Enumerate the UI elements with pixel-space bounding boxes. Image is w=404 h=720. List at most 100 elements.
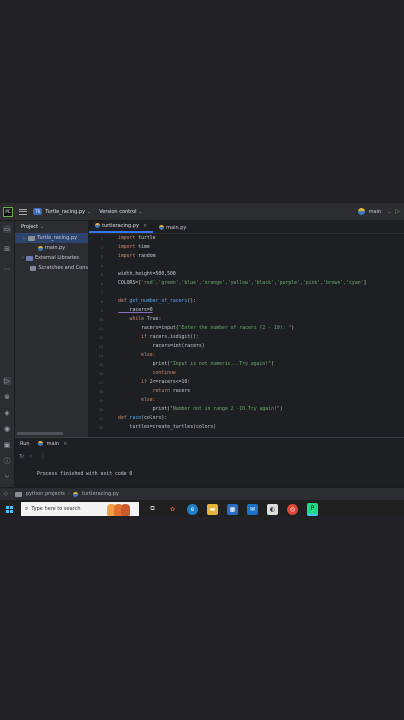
mail-icon[interactable]: ✉ (247, 503, 258, 515)
ide-window: PC TR Turtle_racing.py ⌄ Version control… (0, 203, 404, 517)
line-number: 5 (100, 273, 103, 277)
keyword: import (118, 245, 136, 250)
branch-selector[interactable]: main (369, 209, 382, 215)
project-breadcrumb-icon[interactable]: ◇ (4, 491, 8, 497)
code-text: time (135, 245, 150, 250)
chevron-right-icon[interactable]: › (22, 255, 24, 261)
keyword: def (118, 416, 127, 421)
function-name: race (126, 416, 142, 421)
code-line: print("Input is not numeric...Try again!… (118, 362, 274, 367)
chevron-down-icon[interactable]: ⌄ (87, 209, 91, 215)
edge-icon[interactable]: e (187, 503, 198, 515)
code-text: print( (118, 407, 170, 412)
code-text: racers.isdigit(): (146, 335, 199, 340)
code-editor[interactable]: turtleracing.py × main.py 1 2 3 4 5 6 7 … (89, 221, 404, 437)
tree-item-label: External Libraries (35, 255, 79, 261)
tree-item-main-py[interactable]: main.py (15, 243, 88, 253)
code-area[interactable]: import turtle import time import random … (118, 234, 404, 437)
code-line: def get_number_of_racers(): (118, 299, 196, 304)
main-menu-icon[interactable] (19, 208, 27, 216)
chevron-down-icon[interactable]: ⌄ (387, 209, 391, 215)
tab-label: main.py (166, 224, 187, 231)
chevron-down-icon[interactable]: ⌄ (139, 209, 143, 215)
keyword: import (118, 254, 136, 259)
rerun-icon[interactable]: ↻ (19, 453, 24, 460)
string-literal: 'red','green','blue','orange','yellow','… (141, 281, 364, 286)
code-line: import time (118, 245, 150, 250)
stop-icon[interactable]: ◦ (29, 453, 33, 460)
status-bar: ◇ › python projects › turtleracing.py (0, 487, 404, 500)
tree-item-scratches[interactable]: Scratches and Cons (15, 263, 88, 273)
run-tool-icon[interactable]: ▷ (3, 377, 11, 385)
windows-start-icon[interactable] (6, 505, 13, 513)
breadcrumb-project[interactable]: python projects (14, 491, 65, 497)
tree-item-external-libraries[interactable]: › External Libraries (15, 253, 88, 263)
chevron-down-icon[interactable]: ⌄ (40, 224, 44, 230)
chevron-down-icon[interactable]: ⌄ (22, 235, 26, 241)
project-badge[interactable]: TR (33, 208, 43, 215)
app-icon[interactable]: ◐ (267, 503, 278, 515)
project-panel: Project ⌄ ⌄ Turtle_racing.py main.py › E… (15, 221, 88, 437)
tab-label: turtleracing.py (102, 222, 139, 229)
tree-item-project-root[interactable]: ⌄ Turtle_racing.py (15, 233, 88, 243)
close-icon[interactable]: × (143, 223, 147, 229)
task-view-icon[interactable]: ⧉ (147, 504, 158, 515)
structure-tool-icon[interactable]: ⊞ (3, 245, 11, 253)
tree-item-label: Scratches and Cons (38, 265, 88, 271)
store-icon[interactable]: ▦ (227, 503, 238, 515)
git-icon[interactable]: ⑂ (3, 473, 11, 481)
chevron-right-icon: › (9, 491, 12, 497)
keyword: continue (118, 371, 176, 376)
chrome-icon[interactable]: ◎ (287, 503, 298, 515)
colorful-app-icon[interactable]: ✿ (167, 504, 178, 515)
line-number: 13 (98, 345, 103, 349)
pycharm-taskbar-icon[interactable]: P (307, 502, 318, 516)
layers-icon[interactable]: ◈ (3, 409, 11, 417)
terminal-icon[interactable]: ▣ (3, 441, 11, 449)
project-name[interactable]: Turtle_racing.py (45, 209, 85, 215)
line-number: 15 (98, 363, 103, 367)
run-config-tab[interactable]: main × (37, 441, 67, 447)
line-number: 20 (98, 408, 103, 412)
code-line: print("Number not in range 2 -10.Try aga… (118, 407, 283, 412)
title-bar: PC TR Turtle_racing.py ⌄ Version control… (0, 203, 404, 221)
breadcrumb-file[interactable]: turtleracing.py (72, 491, 119, 497)
line-number-gutter: 1 2 3 4 5 6 7 8 9 10 11 12 13 14 15 16 1… (89, 234, 115, 437)
search-icon: ⌕ (25, 505, 29, 512)
tab-turtleracing[interactable]: turtleracing.py × (89, 220, 154, 233)
line-number: 9 (100, 309, 103, 313)
version-control-menu[interactable]: Version control (99, 209, 136, 215)
chevron-right-icon: › (67, 491, 70, 497)
line-number: 12 (98, 336, 103, 340)
project-tool-icon[interactable]: ▭ (3, 225, 11, 233)
tab-main[interactable]: main.py (153, 222, 192, 233)
search-highlight-image (107, 503, 135, 516)
code-text: turtle (135, 236, 156, 241)
python-packages-icon[interactable]: ⊗ (3, 393, 11, 401)
code-text: width,height=500,500 (118, 272, 176, 277)
run-icon[interactable]: ▷ (395, 208, 400, 215)
close-icon[interactable]: × (63, 441, 67, 447)
code-line: while True: (118, 317, 162, 322)
libraries-icon (26, 255, 33, 261)
more-tools-icon[interactable]: ⋯ (3, 265, 11, 273)
problems-icon[interactable]: ⓘ (3, 457, 11, 465)
string-literal: "Input is not numeric...Try again!" (169, 362, 272, 367)
code-text: ) (291, 326, 295, 331)
left-tool-strip: ▭ ⊞ ⋯ ▷ ⊗ ◈ ◉ ▣ ⓘ ⑂ (0, 221, 15, 499)
line-number: 8 (100, 300, 103, 304)
keyword: import (118, 236, 136, 241)
line-number: 1 (100, 237, 103, 241)
code-line: continue (118, 371, 176, 376)
project-panel-header[interactable]: Project ⌄ (15, 221, 88, 233)
breadcrumb-label: python projects (25, 491, 65, 497)
code-text: racers (169, 389, 191, 394)
code-line: import random (118, 254, 156, 259)
more-icon[interactable]: ⋮ (40, 453, 46, 460)
taskbar-search-box[interactable]: ⌕ Type here to search (21, 502, 139, 516)
line-number: 3 (100, 255, 103, 259)
python-console-icon[interactable]: ◉ (3, 425, 11, 433)
horizontal-scrollbar[interactable] (17, 432, 63, 435)
code-text: (): (187, 299, 196, 304)
file-explorer-icon[interactable]: ▬ (207, 503, 218, 515)
